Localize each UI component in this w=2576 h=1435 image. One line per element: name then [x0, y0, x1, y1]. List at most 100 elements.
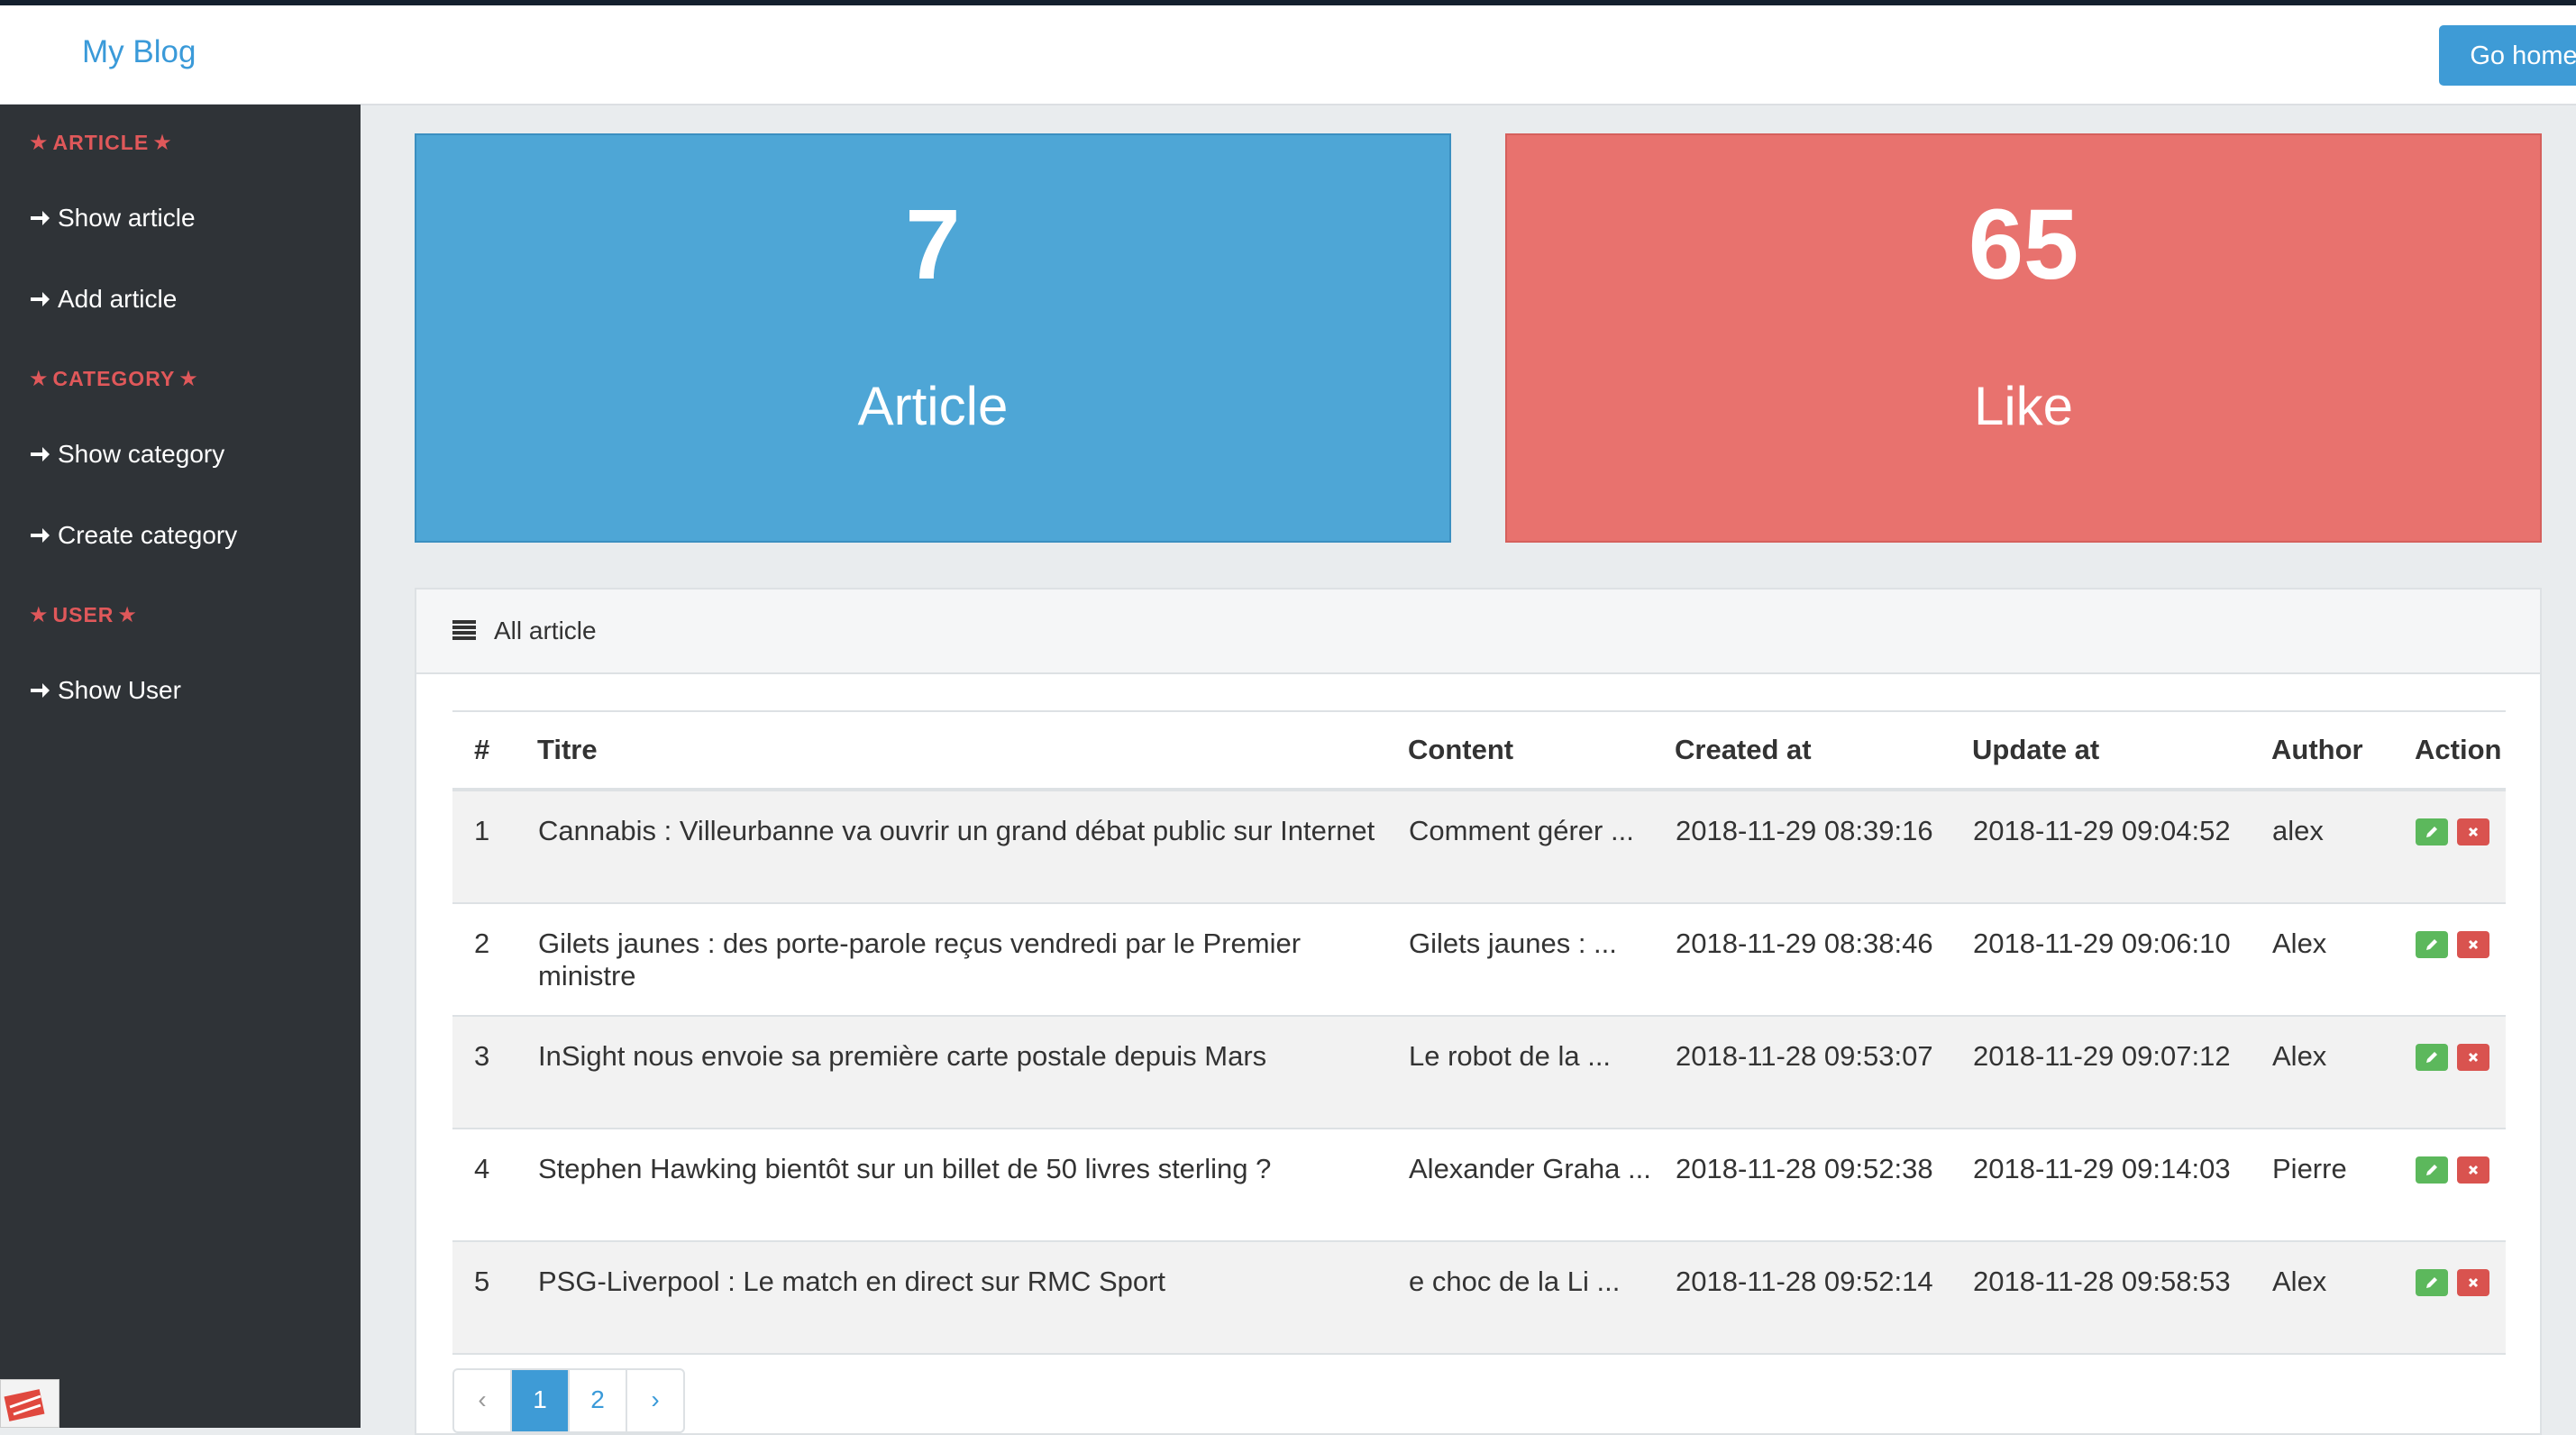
- pagination-next[interactable]: ›: [627, 1370, 683, 1431]
- cell-id: 2: [452, 903, 537, 1017]
- sidebar-item-show-article[interactable]: Show article: [29, 204, 196, 233]
- cell-content: e choc de la Li ...: [1408, 1241, 1675, 1355]
- brand-link[interactable]: My Blog: [82, 34, 196, 70]
- cell-action: [2415, 790, 2506, 904]
- cell-created: 2018-11-29 08:39:16: [1675, 790, 1972, 904]
- article-count-value: 7: [905, 189, 961, 300]
- app-logo-icon: [4, 1389, 45, 1421]
- pagination-page[interactable]: 2: [570, 1370, 627, 1431]
- star-icon: ★: [29, 367, 50, 391]
- close-icon: [2468, 1052, 2479, 1063]
- cell-title: Cannabis : Villeurbanne va ouvrir un gra…: [537, 790, 1408, 904]
- cell-title: InSight nous envoie sa première carte po…: [537, 1016, 1408, 1129]
- cell-id: 1: [452, 790, 537, 904]
- star-icon: ★: [117, 603, 138, 627]
- cell-title: PSG-Liverpool : Le match en direct sur R…: [537, 1241, 1408, 1355]
- sidebar: ★ ARTICLE ★ Show article Add article ★ C…: [0, 105, 361, 1428]
- sidebar-heading-category: ★ CATEGORY ★: [29, 367, 199, 391]
- cell-title: Gilets jaunes : des porte-parole reçus v…: [537, 903, 1408, 1017]
- cell-content: Comment gérer ...: [1408, 790, 1675, 904]
- pencil-icon: [2426, 1277, 2437, 1288]
- pencil-icon: [2426, 827, 2437, 837]
- column-header-title: Titre: [537, 711, 1408, 791]
- arrow-right-icon: [31, 447, 50, 462]
- cell-author: alex: [2271, 790, 2415, 904]
- cell-id: 5: [452, 1241, 537, 1355]
- articles-table: # Titre Content Created at Update at Aut…: [452, 710, 2506, 1355]
- arrow-right-icon: [31, 528, 50, 543]
- arrow-right-icon: [31, 211, 50, 225]
- cell-action: [2415, 1016, 2506, 1129]
- edit-button[interactable]: [2416, 818, 2448, 845]
- sidebar-item-show-user[interactable]: Show User: [29, 676, 181, 705]
- article-count-card: 7 Article: [415, 133, 1451, 543]
- cell-content: Gilets jaunes : ...: [1408, 903, 1675, 1017]
- cell-action: [2415, 1241, 2506, 1355]
- cell-content: Le robot de la ...: [1408, 1016, 1675, 1129]
- close-icon: [2468, 939, 2479, 950]
- pagination-page[interactable]: 1: [512, 1370, 570, 1431]
- column-header-content: Content: [1408, 711, 1675, 791]
- table-header-row: # Titre Content Created at Update at Aut…: [452, 711, 2506, 791]
- sidebar-item-create-category[interactable]: Create category: [29, 521, 237, 550]
- pagination: ‹ 1 2 ›: [452, 1368, 685, 1433]
- star-icon: ★: [178, 367, 199, 391]
- cell-updated: 2018-11-29 09:06:10: [1972, 903, 2271, 1017]
- delete-button[interactable]: [2457, 931, 2489, 958]
- cell-author: Pierre: [2271, 1129, 2415, 1242]
- sidebar-item-show-category[interactable]: Show category: [29, 440, 224, 469]
- edit-button[interactable]: [2416, 931, 2448, 958]
- close-icon: [2468, 827, 2479, 837]
- table-row: 2 Gilets jaunes : des porte-parole reçus…: [452, 903, 2506, 1017]
- cell-created: 2018-11-29 08:38:46: [1675, 903, 1972, 1017]
- sidebar-heading-user: ★ USER ★: [29, 603, 138, 627]
- cell-updated: 2018-11-28 09:58:53: [1972, 1241, 2271, 1355]
- cell-author: Alex: [2271, 903, 2415, 1017]
- column-header-created: Created at: [1675, 711, 1972, 791]
- go-home-button[interactable]: Go home: [2439, 25, 2576, 86]
- panel-header: All article: [416, 590, 2540, 674]
- cell-id: 4: [452, 1129, 537, 1242]
- article-count-label: Article: [857, 376, 1009, 436]
- pagination-prev[interactable]: ‹: [454, 1370, 512, 1431]
- corner-app-icon[interactable]: [0, 1379, 59, 1428]
- like-count-value: 65: [1968, 189, 2079, 300]
- column-header-id: #: [452, 711, 537, 791]
- like-count-card: 65 Like: [1505, 133, 2542, 543]
- close-icon: [2468, 1277, 2479, 1288]
- cell-updated: 2018-11-29 09:04:52: [1972, 790, 2271, 904]
- edit-button[interactable]: [2416, 1156, 2448, 1184]
- column-header-updated: Update at: [1972, 711, 2271, 791]
- list-icon: [452, 620, 476, 640]
- cell-created: 2018-11-28 09:52:38: [1675, 1129, 1972, 1242]
- panel-title: All article: [494, 617, 597, 644]
- table-row: 5 PSG-Liverpool : Le match en direct sur…: [452, 1241, 2506, 1355]
- cell-updated: 2018-11-29 09:07:12: [1972, 1016, 2271, 1129]
- like-count-label: Like: [1973, 376, 2074, 436]
- cell-action: [2415, 903, 2506, 1017]
- cell-updated: 2018-11-29 09:14:03: [1972, 1129, 2271, 1242]
- delete-button[interactable]: [2457, 1044, 2489, 1071]
- edit-button[interactable]: [2416, 1044, 2448, 1071]
- close-icon: [2468, 1165, 2479, 1175]
- arrow-right-icon: [31, 683, 50, 698]
- cell-title: Stephen Hawking bientôt sur un billet de…: [537, 1129, 1408, 1242]
- pencil-icon: [2426, 939, 2437, 950]
- pencil-icon: [2426, 1165, 2437, 1175]
- cell-id: 3: [452, 1016, 537, 1129]
- cell-author: Alex: [2271, 1016, 2415, 1129]
- star-icon: ★: [152, 131, 173, 155]
- sidebar-item-add-article[interactable]: Add article: [29, 285, 177, 314]
- cell-author: Alex: [2271, 1241, 2415, 1355]
- sidebar-heading-article: ★ ARTICLE ★: [29, 131, 173, 155]
- table-row: 1 Cannabis : Villeurbanne va ouvrir un g…: [452, 790, 2506, 904]
- cell-created: 2018-11-28 09:53:07: [1675, 1016, 1972, 1129]
- arrow-right-icon: [31, 292, 50, 306]
- delete-button[interactable]: [2457, 818, 2489, 845]
- edit-button[interactable]: [2416, 1269, 2448, 1296]
- navbar: My Blog Go home: [0, 5, 2576, 105]
- delete-button[interactable]: [2457, 1156, 2489, 1184]
- cell-created: 2018-11-28 09:52:14: [1675, 1241, 1972, 1355]
- delete-button[interactable]: [2457, 1269, 2489, 1296]
- column-header-action: Action: [2415, 711, 2506, 791]
